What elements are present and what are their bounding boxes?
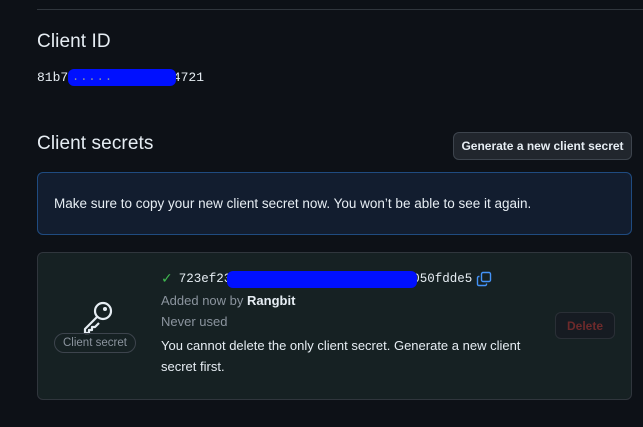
generate-client-secret-button[interactable]: Generate a new client secret [453,132,632,160]
client-secret-usage: Never used [161,314,228,329]
client-secret-card: Client secret ✓ 723ef23 050fdde5 Added n… [37,252,632,400]
client-id-value[interactable]: 81b7b ..... 14721 [37,68,204,86]
client-secret-prefix: 723ef23 [178,272,232,286]
client-secrets-heading: Client secrets [37,133,154,154]
client-secret-badge: Client secret [54,333,136,353]
delete-secret-button[interactable]: Delete [555,312,615,339]
redaction-dots: ..... [72,69,114,84]
copy-icon[interactable] [476,271,492,287]
added-by-user: Rangbit [247,293,296,308]
copy-secret-flash-notice: Make sure to copy your new client secret… [37,172,632,235]
client-secret-suffix: 050fdde5 [412,272,473,286]
delete-warning-text: You cannot delete the only client secret… [161,338,521,374]
client-id-heading: Client ID [37,31,111,52]
client-secret-value[interactable]: ✓ 723ef23 050fdde5 [161,270,492,288]
check-icon: ✓ [161,271,173,287]
section-divider [37,9,643,10]
added-text: Added now by [161,293,244,308]
key-icon [83,301,113,335]
oauth-app-settings-page: Client ID 81b7b ..... 14721 Client secre… [0,0,643,427]
flash-message: Make sure to copy your new client secret… [54,196,532,211]
client-secret-added-info: Added now by Rangbit [161,293,295,308]
redaction-mark [227,270,418,288]
redaction-mark: ..... [68,68,177,86]
